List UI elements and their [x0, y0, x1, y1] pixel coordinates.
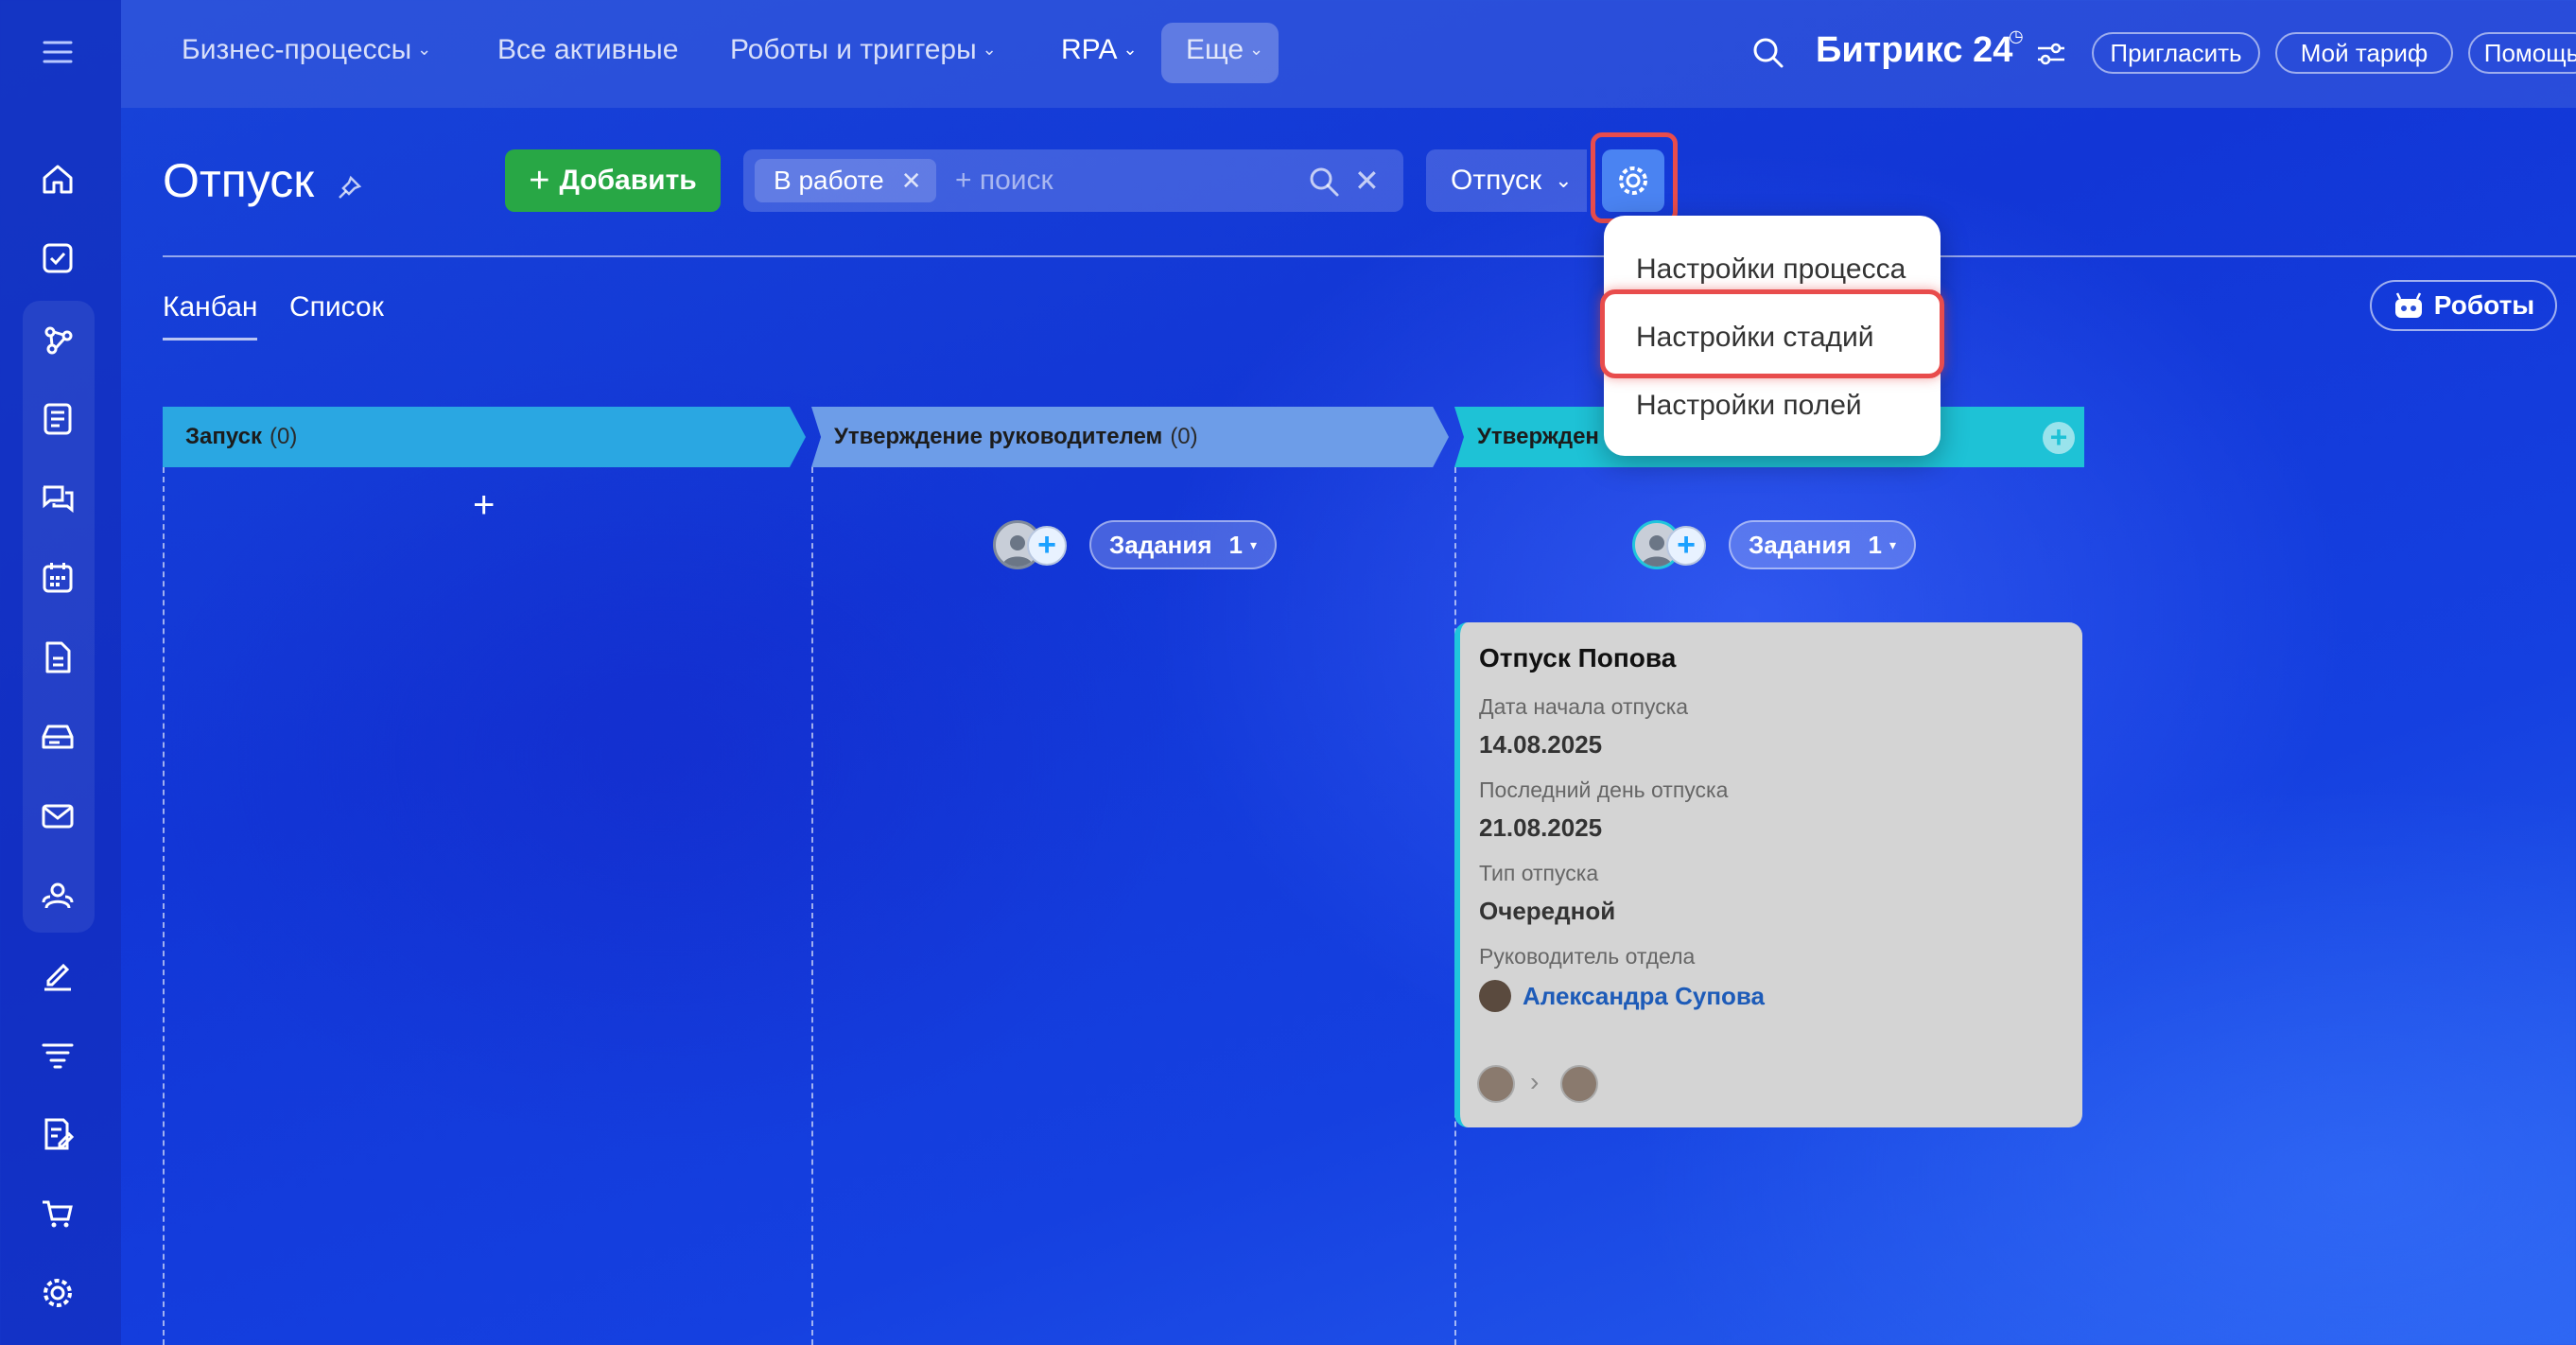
tab-list[interactable]: Список	[289, 291, 384, 323]
tariff-button[interactable]: Мой тариф	[2275, 32, 2453, 74]
add-user-icon[interactable]: +	[1666, 526, 1706, 566]
document-icon[interactable]	[36, 636, 79, 679]
field-label: Тип отпуска	[1479, 861, 1599, 885]
assignee-avatars[interactable]: +	[1632, 520, 1710, 569]
nav-business-processes[interactable]: Бизнес-процессы ⌄	[182, 34, 431, 66]
robot-icon	[2394, 292, 2422, 318]
invite-button[interactable]: Пригласить	[2092, 32, 2260, 74]
filter-tag-in-progress[interactable]: В работе ✕	[755, 159, 937, 202]
search-input[interactable]: + поиск	[955, 165, 1053, 197]
sliders-icon[interactable]	[2035, 40, 2067, 68]
top-navigation: Бизнес-процессы ⌄ Все активные Роботы и т…	[121, 0, 2576, 108]
avatar[interactable]	[1477, 1065, 1515, 1103]
process-icon[interactable]	[36, 318, 79, 361]
chevron-down-icon: ⌄	[1249, 40, 1264, 59]
close-icon[interactable]: ✕	[901, 166, 922, 196]
tab-kanban[interactable]: Канбан	[163, 291, 258, 341]
tasks-counter[interactable]: Задания 1 ▾	[1729, 520, 1916, 569]
chevron-down-icon: ▾	[1250, 536, 1258, 552]
tasks-icon[interactable]	[36, 236, 79, 280]
robots-button[interactable]: Роботы	[2370, 280, 2557, 331]
search-filter-box[interactable]: В работе ✕ + поиск ✕	[743, 149, 1403, 212]
chevron-down-icon: ⌄	[1123, 40, 1138, 59]
employees-icon[interactable]	[36, 874, 79, 917]
quick-add-icon[interactable]: +	[473, 484, 495, 527]
clock-icon: ◷	[2009, 26, 2024, 45]
field-label: Последний день отпуска	[1479, 777, 1729, 802]
news-icon[interactable]	[36, 397, 79, 441]
funnel-icon[interactable]	[36, 1033, 79, 1076]
chevron-down-icon: ⌄	[982, 40, 997, 59]
avatar	[1479, 980, 1511, 1012]
page-title: Отпуск	[163, 154, 315, 207]
search-icon[interactable]	[1749, 34, 1787, 72]
chevron-down-icon: ⌄	[417, 40, 432, 59]
chat-icon[interactable]	[36, 477, 79, 520]
chevron-right-icon: ›	[1530, 1067, 1540, 1096]
calendar-icon[interactable]	[36, 556, 79, 600]
field-value: 14.08.2025	[1479, 730, 1603, 759]
kanban-card[interactable]: Отпуск Попова Дата начала отпуска 14.08.…	[1454, 622, 2082, 1127]
add-user-icon[interactable]: +	[1027, 526, 1067, 566]
assignee-avatars[interactable]: +	[993, 520, 1070, 569]
field-label: Руководитель отдела	[1479, 944, 1696, 969]
column-border	[163, 467, 165, 1345]
nav-robots-triggers[interactable]: Роботы и триггеры ⌄	[730, 34, 997, 66]
nav-rpa[interactable]: RPA ⌄	[1061, 34, 1138, 66]
home-icon[interactable]	[36, 157, 79, 201]
search-icon[interactable]	[1307, 165, 1341, 199]
nav-more[interactable]: Еще ⌄	[1186, 34, 1263, 66]
avatar[interactable]	[1560, 1065, 1598, 1103]
tasks-counter[interactable]: Задания 1 ▾	[1089, 520, 1277, 569]
add-stage-icon[interactable]: +	[2043, 422, 2075, 454]
stage-launch[interactable]: Запуск (0)	[163, 407, 806, 467]
cart-icon[interactable]	[36, 1192, 79, 1235]
plus-icon: +	[529, 160, 550, 201]
left-sidebar	[0, 0, 121, 1345]
pin-icon[interactable]	[337, 174, 363, 201]
column-border	[811, 467, 813, 1345]
card-title[interactable]: Отпуск Попова	[1479, 643, 1676, 673]
header-divider	[163, 255, 2576, 257]
clear-icon[interactable]: ✕	[1354, 163, 1380, 199]
brand-logo: Битрикс 24	[1816, 30, 2013, 70]
chevron-down-icon: ▾	[1889, 536, 1897, 552]
gear-highlight-frame	[1591, 132, 1678, 223]
manager-link[interactable]: Александра Супова	[1479, 980, 1765, 1012]
menu-highlight-frame	[1600, 289, 1944, 378]
menu-item-field-settings[interactable]: Настройки полей	[1636, 390, 1862, 422]
field-label: Дата начала отпуска	[1479, 694, 1689, 719]
add-button[interactable]: + Добавить	[505, 149, 721, 212]
drive-icon[interactable]	[36, 715, 79, 759]
help-button[interactable]: Помощь	[2468, 32, 2576, 74]
process-select[interactable]: Отпуск ⌄	[1426, 149, 1587, 212]
menu-item-process-settings[interactable]: Настройки процесса	[1636, 253, 1906, 286]
mail-icon[interactable]	[36, 795, 79, 838]
menu-icon[interactable]	[36, 30, 79, 74]
stage-manager-approval[interactable]: Утверждение руководителем (0)	[811, 407, 1449, 467]
field-value: 21.08.2025	[1479, 813, 1603, 842]
forms-icon[interactable]	[36, 1112, 79, 1156]
sign-icon[interactable]	[36, 953, 79, 997]
settings-icon[interactable]	[36, 1271, 79, 1315]
chevron-down-icon: ⌄	[1555, 168, 1573, 192]
nav-all-active[interactable]: Все активные	[497, 34, 678, 66]
field-value: Очередной	[1479, 897, 1616, 925]
